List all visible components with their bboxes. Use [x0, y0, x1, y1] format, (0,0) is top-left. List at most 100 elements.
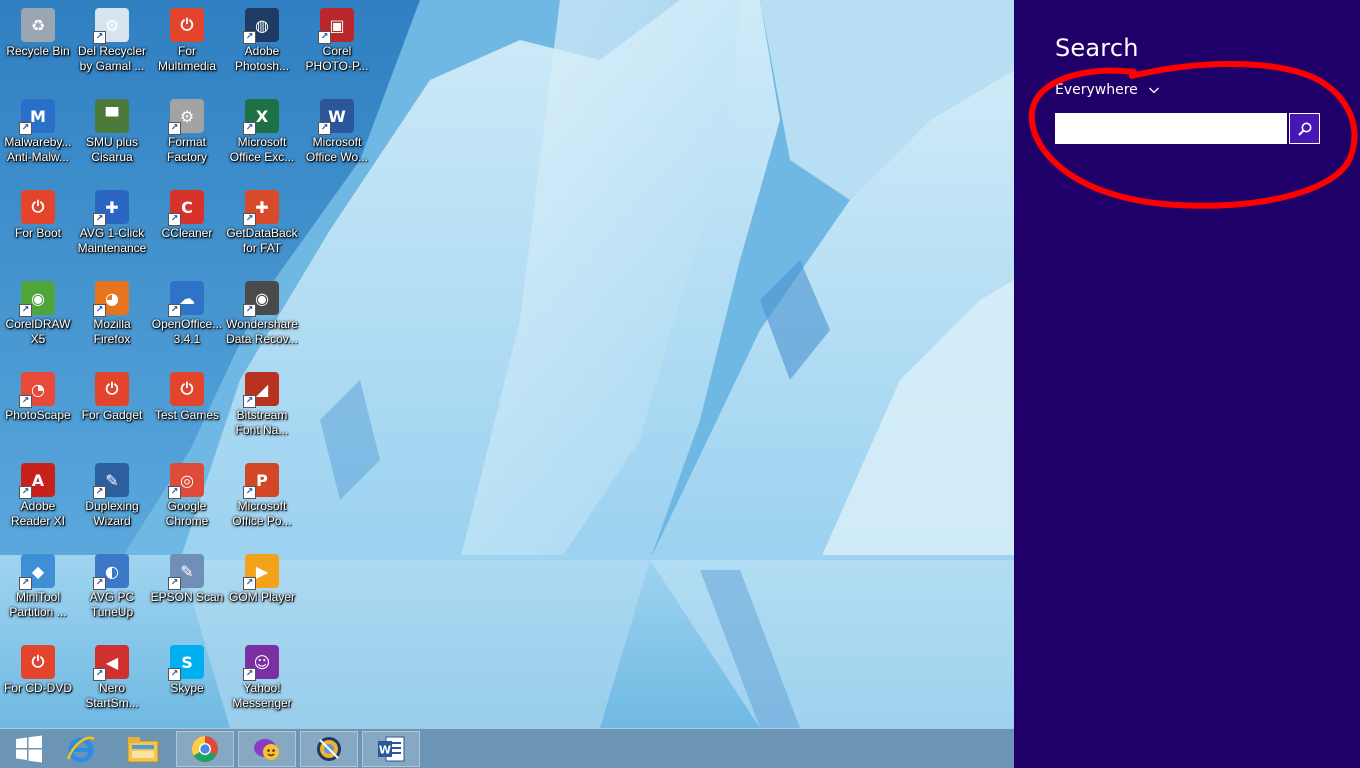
shortcut-arrow-icon: ↗: [93, 668, 106, 681]
desktop-icon[interactable]: ◎ ↗ Google Chrome: [149, 459, 225, 547]
desktop-icon[interactable]: M ↗ Malwareby... Anti-Malw...: [0, 95, 76, 183]
shortcut-arrow-icon: ↗: [19, 577, 32, 590]
desktop-icon[interactable]: ◔ ↗ PhotoScape: [0, 368, 76, 456]
windows-start-icon: [16, 735, 42, 763]
desktop-icon[interactable]: ☺ ↗ Yahoo! Messenger: [224, 641, 300, 728]
power-icon: ⏻: [21, 190, 55, 224]
desktop-icon[interactable]: ⏻ For Gadget: [74, 368, 150, 456]
search-scope-dropdown[interactable]: Everywhere: [1055, 82, 1160, 98]
shortcut-arrow-icon: ↗: [93, 213, 106, 226]
minitool-icon: ◆ ↗: [19, 554, 55, 590]
shortcut-arrow-icon: ↗: [168, 122, 181, 135]
desktop-icon[interactable]: ▣ ↗ Corel PHOTO-P...: [299, 4, 375, 92]
desktop-icon[interactable]: ◉ ↗ CorelDRAW X5: [0, 277, 76, 365]
shortcut-arrow-icon: ↗: [318, 122, 331, 135]
desktop-icon-label: Corel PHOTO-P...: [305, 44, 369, 73]
desktop-icon[interactable]: ◢ ↗ Bitstream Font Na...: [224, 368, 300, 456]
desktop-icon[interactable]: P ↗ Microsoft Office Po...: [224, 459, 300, 547]
desktop-icon[interactable]: ▀ SMU plus Cisarua: [74, 95, 150, 183]
desktop-icon[interactable]: ✎ ↗ EPSON Scan: [149, 550, 225, 638]
desktop-icon[interactable]: A ↗ Adobe Reader XI: [0, 459, 76, 547]
desktop-icon-label: For Boot: [14, 226, 62, 240]
image-file-icon-glyph: ▀: [105, 106, 119, 126]
desktop-icon[interactable]: W ↗ Microsoft Office Wo...: [299, 95, 375, 183]
word-icon: W: [378, 736, 405, 762]
shortcut-arrow-icon: ↗: [19, 395, 32, 408]
shortcut-arrow-icon: ↗: [19, 304, 32, 317]
openoffice-icon: ☁ ↗: [168, 281, 204, 317]
desktop-icon[interactable]: ⏻ Test Games: [149, 368, 225, 456]
desktop-icon[interactable]: ✚ ↗ AVG 1-Click Maintenance: [74, 186, 150, 274]
shortcut-arrow-icon: ↗: [93, 31, 106, 44]
desktop-icon-label: OpenOffice... 3.4.1: [151, 317, 223, 346]
desktop-icon[interactable]: ☁ ↗ OpenOffice... 3.4.1: [149, 277, 225, 365]
desktop-icon-label: GOM Player: [228, 590, 295, 604]
power-icon: ⏻: [21, 645, 55, 679]
desktop-icon[interactable]: S ↗ Skype: [149, 641, 225, 728]
desktop[interactable]: ♻ Recycle Bin M ↗ Malwareby... Anti-Malw... ⏻…: [0, 0, 1014, 728]
ccleaner-icon: C ↗: [168, 190, 204, 226]
taskbar-yahoo-messenger[interactable]: [238, 731, 296, 767]
tuneup-icon: ◐ ↗: [93, 554, 129, 590]
gom-player-icon: ▶ ↗: [243, 554, 279, 590]
chrome-icon: ◎ ↗: [168, 463, 204, 499]
skype-icon: S ↗: [168, 645, 204, 681]
desktop-icon-label: Nero StartSm...: [85, 681, 139, 710]
desktop-icon-label: For Gadget: [81, 408, 143, 422]
desktop-icon-label: Format Factory: [166, 135, 207, 164]
desktop-icon[interactable]: ⏻ For Multimedia: [149, 4, 225, 92]
taskbar-file-explorer[interactable]: [114, 731, 172, 767]
photoshop-icon: [317, 737, 341, 761]
desktop-icon[interactable]: ⏻ For CD-DVD: [0, 641, 76, 728]
desktop-icon-label: Del Recycler by Gamal ...: [77, 44, 146, 73]
desktop-icon[interactable]: ✎ ↗ Duplexing Wizard: [74, 459, 150, 547]
desktop-icon[interactable]: ✚ ↗ GetDataBack for FAT: [224, 186, 300, 274]
taskbar-internet-explorer[interactable]: [52, 731, 110, 767]
desktop-icon[interactable]: ◉ ↗ Wondershare Data Recov...: [224, 277, 300, 365]
shortcut-arrow-icon: ↗: [93, 304, 106, 317]
bitstream-icon: ◢ ↗: [243, 372, 279, 408]
svg-text:W: W: [379, 744, 391, 757]
search-box: [1055, 113, 1320, 144]
desktop-icon[interactable]: ◍ ↗ Adobe Photosh...: [224, 4, 300, 92]
start-button[interactable]: [0, 731, 58, 767]
desktop-icon-label: PhotoScape: [5, 408, 71, 422]
desktop-icon[interactable]: ▶ ↗ GOM Player: [224, 550, 300, 638]
shortcut-arrow-icon: ↗: [168, 304, 181, 317]
firefox-icon: ◕ ↗: [93, 281, 129, 317]
desktop-icon-label: AVG 1-Click Maintenance: [77, 226, 147, 255]
desktop-icon[interactable]: ◀ ↗ Nero StartSm...: [74, 641, 150, 728]
desktop-icon[interactable]: ⚙ ↗ Del Recycler by Gamal ...: [74, 4, 150, 92]
shortcut-arrow-icon: ↗: [318, 31, 331, 44]
desktop-icon[interactable]: ◕ ↗ Mozilla Firefox: [74, 277, 150, 365]
shortcut-arrow-icon: ↗: [243, 668, 256, 681]
taskbar-chrome[interactable]: [176, 731, 234, 767]
shortcut-arrow-icon: ↗: [243, 304, 256, 317]
search-button[interactable]: [1289, 113, 1320, 144]
desktop-icon-label: Recycle Bin: [6, 44, 70, 58]
desktop-icon[interactable]: ⚙ ↗ Format Factory: [149, 95, 225, 183]
power-icon-glyph: ⏻: [180, 15, 194, 34]
shortcut-arrow-icon: ↗: [168, 486, 181, 499]
shortcut-arrow-icon: ↗: [168, 213, 181, 226]
taskbar-word[interactable]: W: [362, 731, 420, 767]
desktop-icon-label: For CD-DVD: [4, 681, 72, 695]
desktop-icon[interactable]: C ↗ CCleaner: [149, 186, 225, 274]
desktop-icon[interactable]: ◐ ↗ AVG PC TuneUp: [74, 550, 150, 638]
desktop-icon-label: For Multimedia: [157, 44, 217, 73]
desktop-icon-label: Mozilla Firefox: [93, 317, 131, 346]
taskbar: W: [0, 728, 1014, 768]
desktop-icon[interactable]: X ↗ Microsoft Office Exc...: [224, 95, 300, 183]
desktop-icon[interactable]: ◆ ↗ MiniTool Partition ...: [0, 550, 76, 638]
recycle-bin-icon: ♻: [21, 8, 55, 42]
desktop-icon-label: Microsoft Office Wo...: [305, 135, 369, 164]
search-input[interactable]: [1055, 113, 1287, 144]
desktop-icon-label: Malwareby... Anti-Malw...: [4, 135, 72, 164]
desktop-icon[interactable]: ⏻ For Boot: [0, 186, 76, 274]
excel-icon: X ↗: [243, 99, 279, 135]
shortcut-arrow-icon: ↗: [168, 668, 181, 681]
taskbar-photoshop[interactable]: [300, 731, 358, 767]
shortcut-arrow-icon: ↗: [243, 395, 256, 408]
desktop-icon-label: Yahoo! Messenger: [232, 681, 292, 710]
desktop-icon[interactable]: ♻ Recycle Bin: [0, 4, 76, 92]
